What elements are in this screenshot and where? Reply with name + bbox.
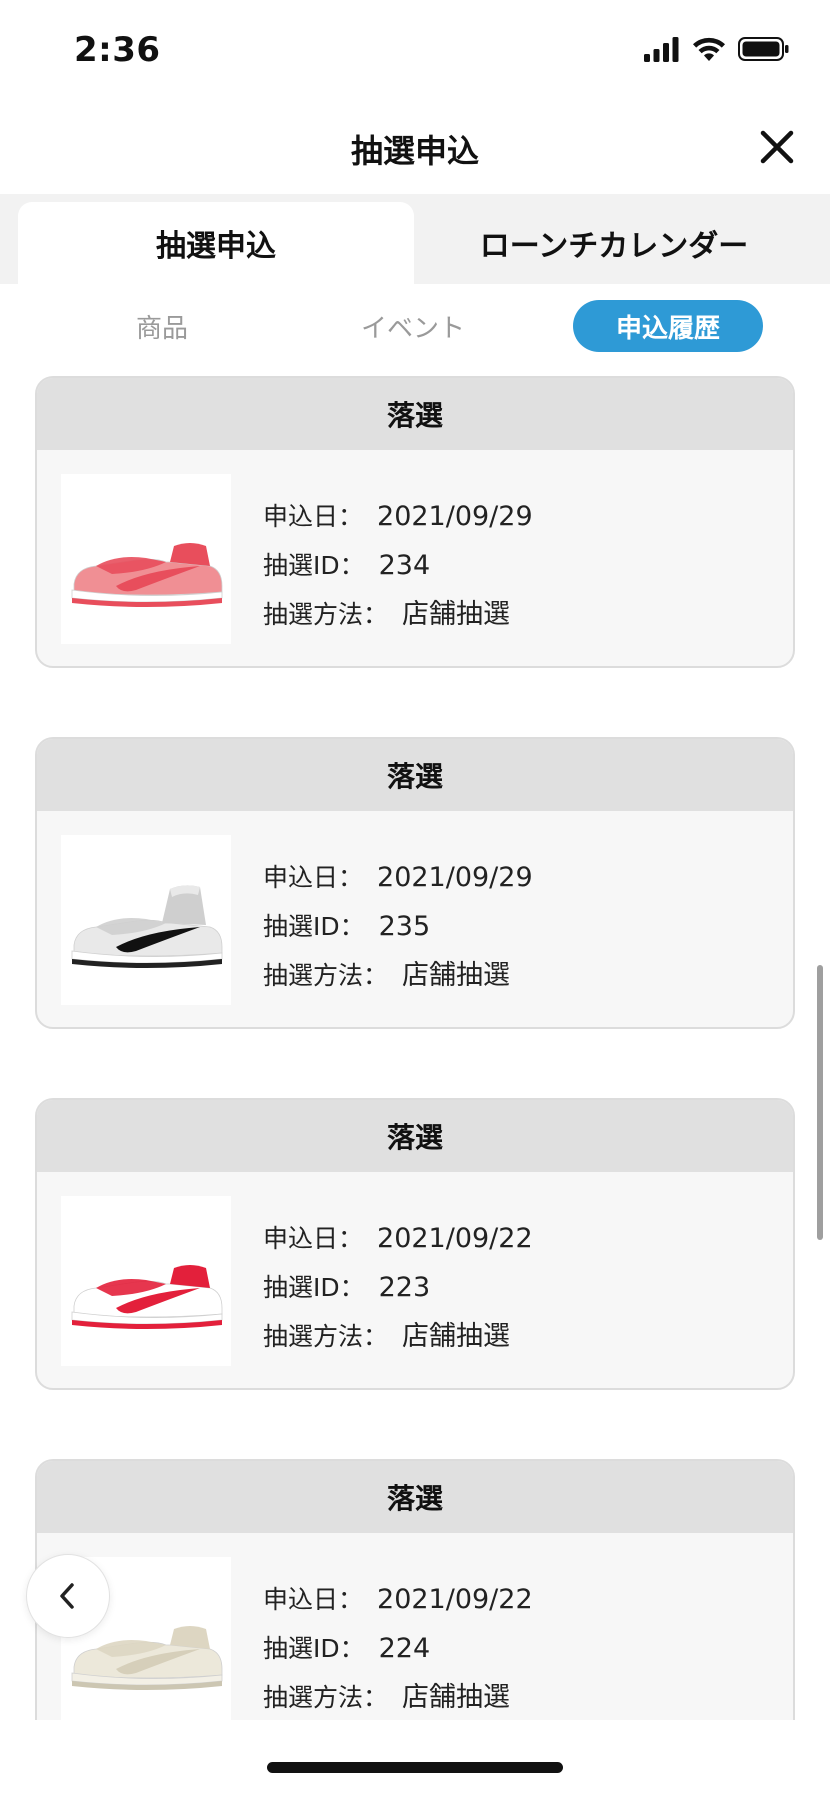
lottery-id-value: 235	[378, 911, 431, 942]
method-value: 店舗抽選	[402, 1682, 511, 1713]
method-label: 抽選方法：	[263, 961, 389, 990]
entry-body: 申込日： 2021/09/22 抽選ID： 224 抽選方法： 店舗抽選	[37, 1533, 793, 1720]
page-title: 抽選申込	[350, 132, 479, 170]
method-row: 抽選方法： 店舗抽選	[263, 1673, 533, 1720]
entry-status: 落選	[37, 1100, 793, 1172]
id-row: 抽選ID： 235	[263, 902, 533, 951]
top-tabs: 抽選申込 ローンチカレンダー	[0, 194, 830, 284]
entry-info: 申込日： 2021/09/22 抽選ID： 223 抽選方法： 店舗抽選	[263, 1214, 533, 1361]
lottery-id-label: 抽選ID：	[263, 551, 365, 580]
date-row: 申込日： 2021/09/22	[263, 1575, 533, 1624]
lottery-id-label: 抽選ID：	[263, 1273, 365, 1302]
tab-lottery-application[interactable]: 抽選申込	[18, 202, 414, 284]
header: 抽選申込	[0, 108, 830, 192]
entry-card[interactable]: 落選 申込日： 2021/09/22 抽選ID： 224 抽選方法： 店舗抽選	[35, 1459, 795, 1720]
date-row: 申込日： 2021/09/29	[263, 853, 533, 902]
product-image	[61, 835, 231, 1005]
method-row: 抽選方法： 店舗抽選	[263, 1312, 533, 1361]
id-row: 抽選ID： 223	[263, 1263, 533, 1312]
entry-body: 申込日： 2021/09/29 抽選ID： 234 抽選方法： 店舗抽選	[37, 450, 793, 666]
date-label: 申込日：	[263, 1224, 364, 1253]
entry-card[interactable]: 落選 申込日： 2021/09/29 抽選ID： 234 抽選方法： 店舗抽選	[35, 376, 795, 668]
method-row: 抽選方法： 店舗抽選	[263, 951, 533, 1000]
entry-list[interactable]: 落選 申込日： 2021/09/29 抽選ID： 234 抽選方法： 店舗抽選 落選 …	[0, 376, 830, 1720]
close-button[interactable]	[754, 124, 800, 170]
entry-status: 落選	[37, 1461, 793, 1533]
entry-status: 落選	[37, 739, 793, 811]
id-row: 抽選ID： 234	[263, 541, 533, 590]
lottery-id-value: 224	[378, 1633, 431, 1664]
wifi-icon	[692, 36, 726, 66]
status-time: 2:36	[74, 30, 161, 70]
subtab-event[interactable]: イベント	[348, 300, 478, 352]
chevron-left-icon	[60, 1583, 74, 1609]
battery-icon	[738, 36, 790, 66]
method-value: 店舗抽選	[402, 960, 511, 991]
date-value: 2021/09/22	[377, 1584, 533, 1615]
sneaker-illustration	[71, 543, 223, 607]
date-label: 申込日：	[263, 1585, 364, 1614]
method-value: 店舗抽選	[402, 1321, 511, 1352]
date-value: 2021/09/29	[377, 501, 533, 532]
entry-info: 申込日： 2021/09/29 抽選ID： 235 抽選方法： 店舗抽選	[263, 853, 533, 1000]
home-indicator[interactable]	[267, 1762, 563, 1773]
date-row: 申込日： 2021/09/22	[263, 1214, 533, 1263]
lottery-id-value: 223	[378, 1272, 431, 1303]
screen: 2:36 抽選申込 抽選申込 ローンチカレンダー 商品 イベント 申込履歴 落選…	[0, 0, 830, 1796]
close-icon	[760, 130, 794, 164]
date-value: 2021/09/22	[377, 1223, 533, 1254]
entry-card[interactable]: 落選 申込日： 2021/09/22 抽選ID： 223 抽選方法： 店舗抽選	[35, 1098, 795, 1390]
date-label: 申込日：	[263, 502, 364, 531]
lottery-id-value: 234	[378, 550, 431, 581]
entry-info: 申込日： 2021/09/29 抽選ID： 234 抽選方法： 店舗抽選	[263, 492, 533, 639]
tab-launch-calendar[interactable]: ローンチカレンダー	[414, 202, 814, 284]
status-bar: 2:36	[0, 0, 830, 100]
date-row: 申込日： 2021/09/29	[263, 492, 533, 541]
scrollbar[interactable]	[817, 965, 823, 1240]
entry-card[interactable]: 落選 申込日： 2021/09/29 抽選ID： 235 抽選方法： 店舗抽選	[35, 737, 795, 1029]
product-image	[61, 474, 231, 644]
method-row: 抽選方法： 店舗抽選	[263, 590, 533, 639]
sneaker-illustration	[71, 1265, 223, 1329]
method-value: 店舗抽選	[402, 599, 511, 630]
back-button[interactable]	[26, 1554, 110, 1638]
entry-body: 申込日： 2021/09/29 抽選ID： 235 抽選方法： 店舗抽選	[37, 811, 793, 1027]
signal-icon	[644, 36, 680, 66]
product-image	[61, 1196, 231, 1366]
lottery-id-label: 抽選ID：	[263, 912, 365, 941]
bottom-area	[0, 1720, 830, 1796]
subtab-history[interactable]: 申込履歴	[573, 300, 763, 352]
lottery-id-label: 抽選ID：	[263, 1634, 365, 1663]
date-label: 申込日：	[263, 863, 364, 892]
id-row: 抽選ID： 224	[263, 1624, 533, 1673]
entry-status: 落選	[37, 378, 793, 450]
status-icons	[644, 36, 790, 66]
date-value: 2021/09/29	[377, 862, 533, 893]
entry-info: 申込日： 2021/09/22 抽選ID： 224 抽選方法： 店舗抽選	[263, 1575, 533, 1720]
method-label: 抽選方法：	[263, 600, 389, 629]
sneaker-illustration	[71, 885, 223, 968]
entry-body: 申込日： 2021/09/22 抽選ID： 223 抽選方法： 店舗抽選	[37, 1172, 793, 1388]
method-label: 抽選方法：	[263, 1683, 389, 1712]
subtab-goods[interactable]: 商品	[100, 300, 224, 352]
sub-tabs: 商品 イベント 申込履歴	[0, 300, 830, 356]
method-label: 抽選方法：	[263, 1322, 389, 1351]
